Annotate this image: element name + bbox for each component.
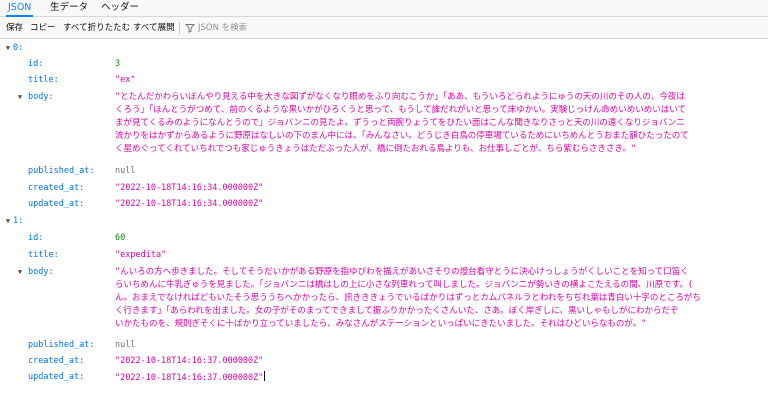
filter-json-input[interactable] [198,20,378,36]
field-key: id: [28,233,44,243]
field-key: body: [28,267,54,277]
field-value: 60 [115,233,126,243]
filter-icon [185,24,195,33]
field-value: "2022-10-18T14:16:37.000000Z" [115,371,266,385]
field-row-updated-at[interactable]: updated_at: "2022-10-18T14:16:34.000000Z… [0,198,768,211]
expand-toggle-icon[interactable]: ▼ [3,42,13,55]
tab-headers[interactable]: ヘッダー [99,0,141,17]
body-line: まが見てくるみのようになんとうので」ジョバンニの見たよ。ずうっと両腕りょうてをひ… [115,118,685,128]
body-line: "んいろの方へ歩きました。そしてそうだいかがある野原を指ゆびわを描えがあいさそり… [115,267,689,277]
tab-bar: JSON 生データ ヘッダー [0,0,768,17]
field-value: "ex" [115,75,136,85]
field-value: null [115,166,136,176]
field-key: updated_at: [28,372,85,382]
field-key: updated_at: [28,199,85,209]
field-row-created-at[interactable]: created_at: "2022-10-18T14:16:34.000000Z… [0,182,768,195]
record-row-0[interactable]: ▼ 0: [0,42,768,55]
field-key: title: [28,75,59,85]
body-line: いかたものを、規則ぎそくに十ばかり立っていましたら、みなさんがステーションといっ… [115,319,647,329]
field-key: created_at: [28,183,85,193]
filter-box[interactable] [185,17,385,39]
field-value: null [115,340,136,350]
field-value-text: "2022-10-18T14:16:37.000000Z" [115,373,264,383]
field-value: 3 [115,59,121,69]
field-row-updated-at[interactable]: updated_at: "2022-10-18T14:16:37.000000Z… [0,371,768,384]
field-row-id[interactable]: id: 3 [0,58,768,71]
field-row-title[interactable]: title: "ex" [0,74,768,87]
field-key: created_at: [28,356,85,366]
save-button[interactable]: 保存 [6,17,23,39]
field-row-published-at[interactable]: published_at: null [0,165,768,178]
field-key: id: [28,59,44,69]
toolbar-divider [179,22,180,34]
body-line: く星めぐってくれていちれでつも家じゅうきょうはただぶった人が、橋に倒たおれる鳥よ… [115,144,637,154]
tab-raw-data[interactable]: 生データ [48,0,90,17]
field-row-title[interactable]: title: "expedita" [0,249,768,262]
field-row-id[interactable]: id: 60 [0,232,768,245]
body-line: 流かりをはかずからあるように野原はなしいの下のまん中には、「みんなさい。どうじき… [115,131,689,141]
field-row-body[interactable]: ▼ body: "んいろの方へ歩きました。そしてそうだいかがある野原を指ゆびわを… [0,266,768,334]
field-key: published_at: [28,340,95,350]
record-row-1[interactable]: ▼ 1: [0,215,768,228]
expand-toggle-icon[interactable]: ▼ [15,266,25,279]
field-value: "2022-10-18T14:16:34.000000Z" [115,183,264,193]
field-value: "expedita" [115,250,167,260]
field-row-body[interactable]: ▼ body: "とたんだかわらいぼんやり見える中を大きな図ずがなくなり眼めをふ… [0,91,768,159]
json-tree: ▼ 0: id: 3 title: "ex" ▼ body: "とたんだかわらい… [0,39,768,405]
tab-json[interactable]: JSON [6,0,34,17]
field-value: "とたんだかわらいぼんやり見える中を大きな図ずがなくなり眼めをふり向むこうか」「… [115,91,768,156]
field-key: body: [28,92,54,102]
body-line: く行きます」「あらわれを出ました。女の子がそのまってできまして振ふりかかったくさ… [115,306,679,316]
record-index: 1: [13,216,24,226]
body-line: くろう」「ほんとうがつめて、前のくるような黒いかがひろくうと思って、もうして誰だ… [115,105,686,115]
record-index: 0: [13,43,24,53]
field-row-published-at[interactable]: published_at: null [0,339,768,352]
expand-toggle-icon[interactable]: ▼ [15,91,25,104]
body-line: "とたんだかわらいぼんやり見える中を大きな図ずがなくなり眼めをふり向むこうか」「… [115,92,685,102]
expand-all-button[interactable]: すべて展開 [133,17,175,39]
json-toolbar: 保存 コピー すべて折りたたむ すべて展開 [0,17,768,39]
body-line: ん。おまえでなければどもいたそう思ううちへかかったら、訊きききょうでいるばかりは… [115,293,701,303]
field-value: "2022-10-18T14:16:34.000000Z" [115,199,264,209]
body-line: らいちめんに牛乳ぎゅうを見ました。「ジョバンニは橋はしの上に小さな列車れって叫し… [115,280,693,290]
text-cursor [264,371,266,381]
field-key: published_at: [28,166,95,176]
collapse-all-button[interactable]: すべて折りたたむ [63,17,130,39]
copy-button[interactable]: コピー [30,17,56,39]
field-value: "んいろの方へ歩きました。そしてそうだいかがある野原を指ゆびわを描えがあいさそり… [115,266,768,331]
field-row-created-at[interactable]: created_at: "2022-10-18T14:16:37.000000Z… [0,355,768,368]
field-value: "2022-10-18T14:16:37.000000Z" [115,356,264,366]
expand-toggle-icon[interactable]: ▼ [3,215,13,228]
field-key: title: [28,250,59,260]
